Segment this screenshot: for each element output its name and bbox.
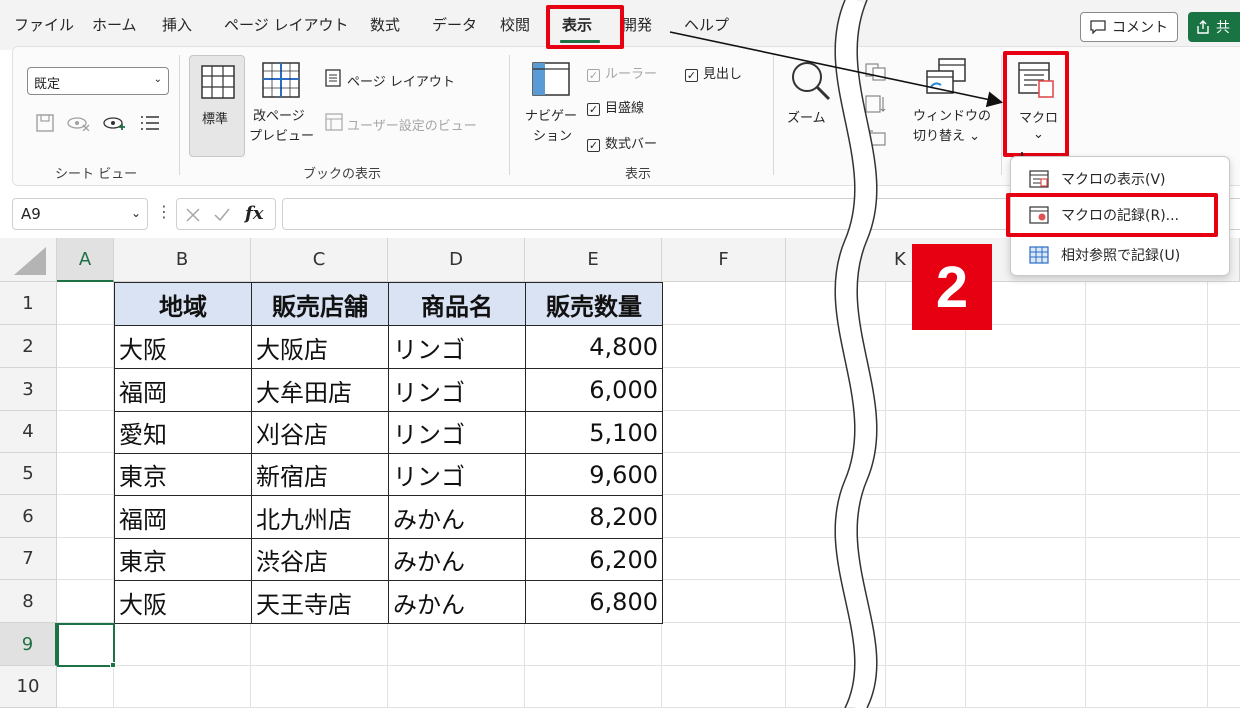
relative-reference-item[interactable]: 相対参照で記録(U) [1011,237,1231,273]
view-macros-item[interactable]: マクロの表示(V) [1011,161,1231,197]
record-macro-highlight [1006,193,1218,237]
relative-reference-icon [1029,246,1049,264]
relative-reference-label: 相対参照で記録(U) [1061,248,1181,264]
annotation-arrows [669,31,1030,194]
step-number-badge: 2 [912,244,992,330]
view-macros-label: マクロの表示(V) [1061,172,1166,188]
view-macros-icon [1029,170,1049,188]
